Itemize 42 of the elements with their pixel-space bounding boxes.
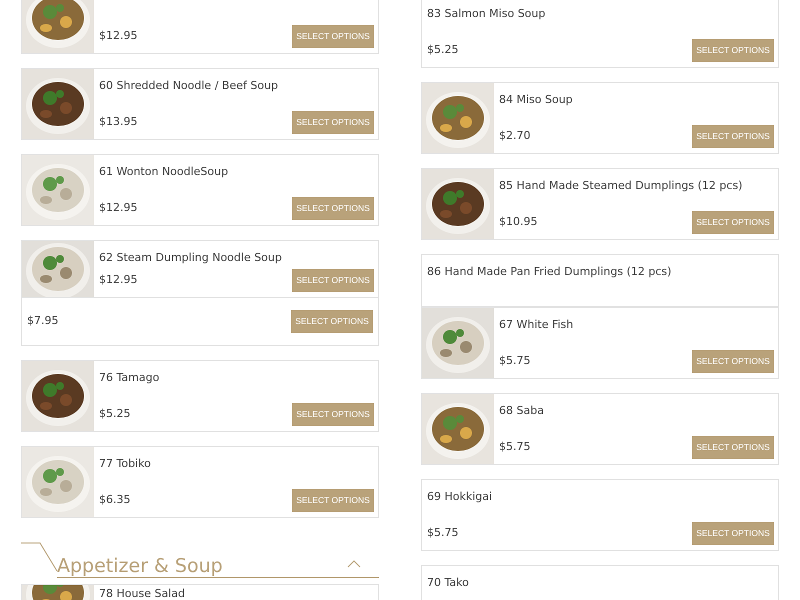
chevron-up-icon[interactable] [347,560,361,568]
select-options-button[interactable]: SELECT OPTIONS [291,310,373,333]
select-options-button[interactable]: SELECT OPTIONS [292,403,374,426]
select-options-button[interactable]: SELECT OPTIONS [292,197,374,220]
item-price: $7.95 [27,313,58,330]
item-price: $12.95 [99,28,138,44]
item-name: 62 Steam Dumpling Noodle Soup [99,251,282,264]
item-price: $12.95 [99,272,138,288]
select-options-button[interactable]: SELECT OPTIONS [292,489,374,512]
item-price: $5.25 [99,406,130,422]
item-price: $6.35 [99,492,130,508]
item-name: 69 Hokkigai [427,490,492,503]
select-options-button[interactable]: SELECT OPTIONS [292,25,374,48]
item-price: $5.75 [499,439,530,456]
item-price: $2.70 [499,128,530,144]
item-price: $5.75 [427,525,458,542]
select-options-button[interactable]: SELECT OPTIONS [292,111,374,134]
item-name: 77 Tobiko [99,457,151,470]
item-name: 86 Hand Made Pan Fried Dumplings (12 pcs) [427,265,672,278]
select-options-button[interactable]: SELECT OPTIONS [292,269,374,292]
item-name: 83 Salmon Miso Soup [427,7,546,20]
item-name: 61 Wonton NoodleSoup [99,165,228,178]
item-name: 85 Hand Made Steamed Dumplings (12 pcs) [499,179,742,192]
item-price: $13.95 [99,114,138,130]
select-options-button[interactable]: SELECT OPTIONS [692,436,774,459]
item-price: $10.95 [499,214,538,230]
item-name: 84 Miso Soup [499,93,573,106]
item-name: 70 Tako [427,576,469,589]
section-heading[interactable]: Appetizer & Soup [57,557,379,578]
item-name: 60 Shredded Noodle / Beef Soup [99,79,278,92]
select-options-button[interactable]: SELECT OPTIONS [692,125,774,148]
item-name: 67 White Fish [499,318,574,331]
select-options-button[interactable]: SELECT OPTIONS [692,39,774,62]
select-options-button[interactable]: SELECT OPTIONS [692,211,774,234]
select-options-button[interactable]: SELECT OPTIONS [692,522,774,545]
item-price: $5.75 [499,353,530,370]
item-name: 76 Tamago [99,371,160,384]
item-price: $12.95 [99,200,138,216]
item-name: 78 House Salad [98,586,185,600]
select-options-button[interactable]: SELECT OPTIONS [692,350,774,373]
item-price: $5.25 [427,42,458,58]
item-name: 68 Saba [499,404,544,417]
